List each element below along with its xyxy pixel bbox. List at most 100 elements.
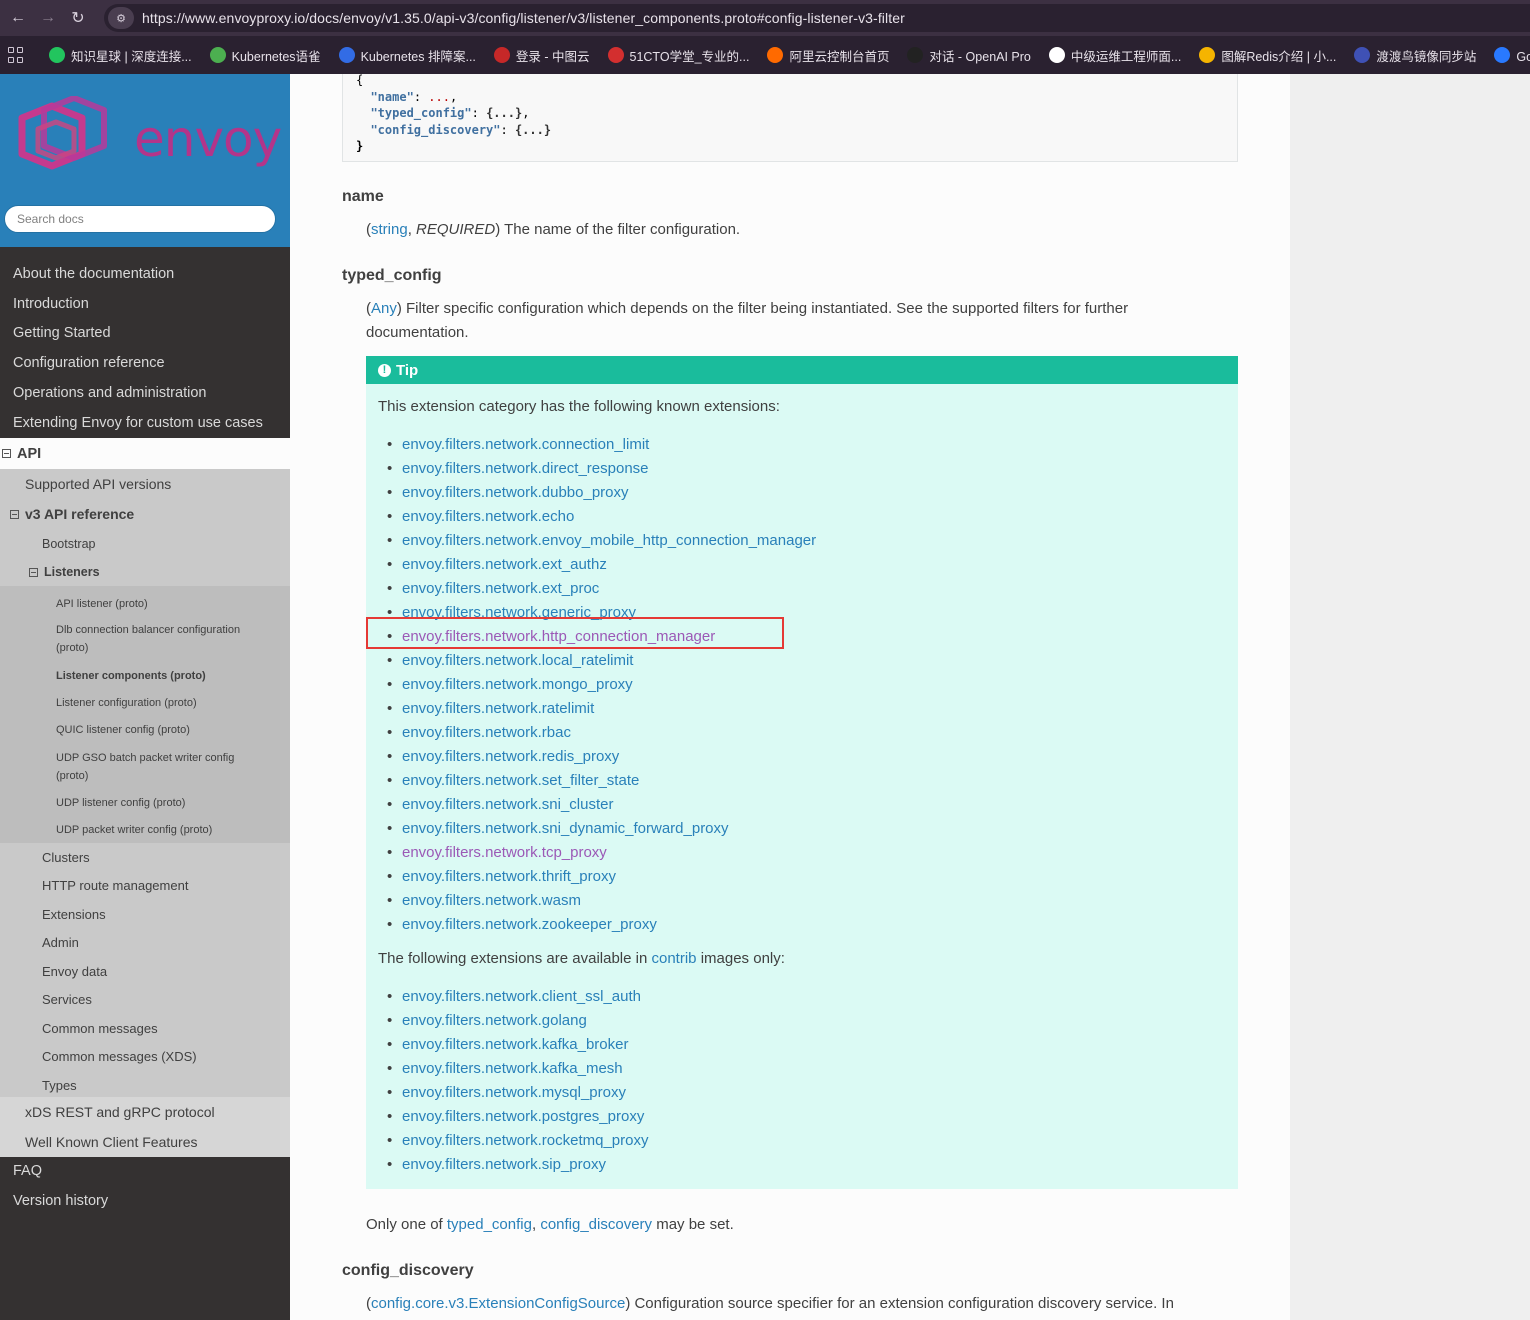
envoy-logo[interactable]: envoy: [12, 95, 282, 186]
sidebar-item-supported-api-versions[interactable]: Supported API versions: [0, 469, 290, 499]
sidebar-item-v3-child[interactable]: Admin: [0, 929, 290, 957]
sidebar-item-listeners[interactable]: Listeners: [0, 558, 290, 586]
forward-icon[interactable]: →: [36, 6, 60, 30]
url-text[interactable]: https://www.envoyproxy.io/docs/envoy/v1.…: [142, 10, 905, 26]
sidebar-item-label: Listeners: [44, 565, 100, 579]
sidebar-item-v3-child[interactable]: Services: [0, 986, 290, 1014]
sidebar-item-listener-child[interactable]: UDP packet writer config (proto): [0, 821, 290, 839]
collapse-icon[interactable]: [2, 449, 11, 458]
reload-icon[interactable]: ↻: [66, 6, 90, 30]
extension-link[interactable]: envoy.filters.network.ratelimit: [387, 697, 816, 721]
sidebar-item-listener-child[interactable]: Listener components (proto): [0, 667, 290, 685]
tip-admonition: ! Tip This extension category has the fo…: [366, 356, 1238, 1189]
contrib-link[interactable]: contrib: [652, 950, 697, 967]
address-bar[interactable]: ⚙ https://www.envoyproxy.io/docs/envoy/v…: [104, 4, 1530, 32]
sidebar-item-listener-child[interactable]: Listener configuration (proto): [0, 694, 290, 712]
sidebar-item-v3-child[interactable]: Extensions: [0, 900, 290, 928]
extension-link[interactable]: envoy.filters.network.set_filter_state: [387, 769, 816, 793]
apps-grid-icon[interactable]: [8, 47, 23, 63]
bookmark-item[interactable]: Kubernetes 排障案...: [338, 46, 476, 65]
site-info-icon[interactable]: ⚙: [108, 7, 134, 29]
sidebar-item-api-child[interactable]: Well Known Client Features: [0, 1127, 290, 1157]
config-discovery-link[interactable]: config_discovery: [540, 1216, 652, 1233]
sidebar-item[interactable]: Getting Started: [0, 318, 290, 348]
type-link-any[interactable]: Any: [371, 300, 397, 317]
bookmark-item[interactable]: 51CTO学堂_专业的...: [607, 46, 749, 65]
back-icon[interactable]: ←: [6, 6, 30, 30]
sidebar-item[interactable]: Operations and administration: [0, 378, 290, 408]
bookmark-item[interactable]: Kubernetes语雀: [209, 46, 321, 65]
bookmark-item[interactable]: 登录 - 中图云: [493, 46, 590, 65]
sidebar-item-v3-api-reference[interactable]: v3 API reference: [0, 499, 290, 529]
sidebar-item-listener-child[interactable]: QUIC listener config (proto): [0, 721, 290, 739]
extension-link[interactable]: envoy.filters.network.echo: [387, 505, 816, 529]
contrib-extension-link[interactable]: envoy.filters.network.golang: [387, 1009, 648, 1033]
sidebar-item-listener-child[interactable]: UDP listener config (proto): [0, 794, 290, 812]
contrib-extension-link[interactable]: envoy.filters.network.client_ssl_auth: [387, 985, 648, 1009]
extension-link[interactable]: envoy.filters.network.ext_proc: [387, 577, 816, 601]
collapse-icon[interactable]: [29, 567, 38, 577]
sidebar-item[interactable]: Configuration reference: [0, 348, 290, 378]
bookmark-item[interactable]: 知识星球 | 深度连接...: [49, 46, 192, 65]
extension-link[interactable]: envoy.filters.network.zookeeper_proxy: [387, 913, 816, 937]
bookmark-favicon-icon: [1048, 47, 1065, 63]
sidebar-item-listener-child[interactable]: API listener (proto): [0, 595, 290, 613]
bookmark-item[interactable]: 图解Redis介绍 | 小...: [1199, 46, 1336, 65]
extension-link[interactable]: envoy.filters.network.mongo_proxy: [387, 673, 816, 697]
extension-link[interactable]: envoy.filters.network.tcp_proxy: [387, 841, 816, 865]
search-docs-input[interactable]: [4, 205, 276, 233]
extension-link[interactable]: envoy.filters.network.thrift_proxy: [387, 865, 816, 889]
extension-link[interactable]: envoy.filters.network.envoy_mobile_http_…: [387, 529, 816, 553]
sidebar-item-v3-child[interactable]: HTTP route management: [0, 872, 290, 900]
sidebar-item-bootstrap[interactable]: Bootstrap: [0, 529, 290, 558]
bookmark-item[interactable]: 阿里云控制台首页: [767, 46, 889, 65]
sidebar-item-v3-child[interactable]: Envoy data: [0, 957, 290, 985]
extension-link[interactable]: envoy.filters.network.wasm: [387, 889, 816, 913]
sidebar-item-v3-child[interactable]: Common messages: [0, 1014, 290, 1042]
typed-config-link[interactable]: typed_config: [447, 1216, 532, 1233]
sidebar-item[interactable]: Introduction: [0, 289, 290, 319]
contrib-extension-link[interactable]: envoy.filters.network.rocketmq_proxy: [387, 1129, 649, 1153]
contrib-intro: The following extensions are available i…: [378, 950, 785, 967]
sidebar-item-v3-child[interactable]: Clusters: [0, 843, 290, 871]
extension-link[interactable]: envoy.filters.network.connection_limit: [387, 433, 816, 457]
contrib-extension-link[interactable]: envoy.filters.network.postgres_proxy: [387, 1105, 648, 1129]
sidebar-item-listener-child[interactable]: Dlb connection balancer configuration (p…: [0, 621, 290, 657]
bookmark-item[interactable]: Go 学习: [1494, 46, 1530, 65]
sidebar-item-api[interactable]: API: [0, 438, 290, 469]
sidebar-item-v3-child[interactable]: Common messages (XDS): [0, 1043, 290, 1071]
extension-link[interactable]: envoy.filters.network.redis_proxy: [387, 745, 816, 769]
bookmarks-bar: 知识星球 | 深度连接... Kubernetes语雀 Kubernetes 排障案…: [0, 36, 1530, 74]
extension-link[interactable]: envoy.filters.network.sni_cluster: [387, 793, 816, 817]
envoy-logo-mark-icon: [18, 95, 107, 170]
contrib-extension-link[interactable]: envoy.filters.network.kafka_mesh: [387, 1057, 648, 1081]
extension-link[interactable]: envoy.filters.network.rbac: [387, 721, 816, 745]
type-link-string[interactable]: string: [371, 221, 408, 238]
sidebar-item[interactable]: FAQ: [0, 1156, 290, 1186]
extension-link[interactable]: envoy.filters.network.ext_authz: [387, 553, 816, 577]
contrib-extension-link[interactable]: envoy.filters.network.sip_proxy: [387, 1153, 648, 1177]
extension-link[interactable]: envoy.filters.network.local_ratelimit: [387, 649, 816, 673]
extension-link[interactable]: envoy.filters.network.http_connection_ma…: [387, 625, 816, 649]
contrib-extension-link[interactable]: envoy.filters.network.mysql_proxy: [387, 1081, 648, 1105]
contrib-extension-link[interactable]: envoy.filters.network.kafka_broker: [387, 1033, 648, 1057]
field-desc-name: (string, REQUIRED) The name of the filte…: [366, 221, 741, 238]
sidebar-item-v3-child[interactable]: Types: [0, 1071, 290, 1099]
sidebar-item[interactable]: About the documentation: [0, 259, 290, 289]
sidebar-item[interactable]: Extending Envoy for custom use cases: [0, 408, 290, 438]
sidebar-item-listener-child[interactable]: UDP GSO batch packet writer config (prot…: [0, 749, 290, 785]
bookmark-item[interactable]: 对话 - OpenAI Pro: [907, 46, 1031, 65]
sidebar-item-api-child[interactable]: xDS REST and gRPC protocol: [0, 1097, 290, 1127]
type-link-extension-config-source[interactable]: config.core.v3.ExtensionConfigSource: [371, 1295, 625, 1312]
extension-link[interactable]: envoy.filters.network.direct_response: [387, 457, 816, 481]
contrib-intro-text: The following extensions are available i…: [378, 950, 652, 967]
extension-link[interactable]: envoy.filters.network.dubbo_proxy: [387, 481, 816, 505]
bookmark-item[interactable]: 中级运维工程师面...: [1048, 46, 1181, 65]
bookmark-item[interactable]: 渡渡鸟镜像同步站: [1354, 46, 1476, 65]
sidebar-item[interactable]: Version history: [0, 1186, 290, 1216]
note-text: Only one of: [366, 1216, 447, 1233]
extension-link[interactable]: envoy.filters.network.sni_dynamic_forwar…: [387, 817, 816, 841]
collapse-icon[interactable]: [10, 509, 19, 519]
extension-link[interactable]: envoy.filters.network.generic_proxy: [387, 601, 816, 625]
code-line: {: [356, 74, 364, 87]
